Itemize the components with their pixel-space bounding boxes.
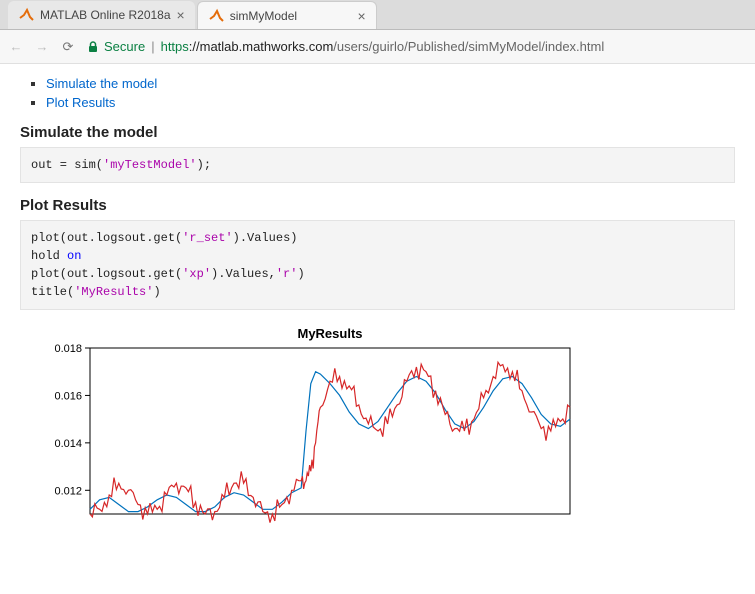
tab-matlab-online[interactable]: MATLAB Online R2018a × bbox=[8, 1, 195, 29]
svg-text:0.018: 0.018 bbox=[54, 343, 82, 355]
tab-title: simMyModel bbox=[230, 9, 352, 23]
tab-simmymodel[interactable]: simMyModel × bbox=[197, 1, 377, 29]
back-icon[interactable]: ← bbox=[8, 39, 24, 54]
url-box[interactable]: Secure | https://matlab.mathworks.com/us… bbox=[86, 39, 747, 54]
table-of-contents: Simulate the model Plot Results bbox=[34, 76, 735, 110]
code-block-plot: plot(out.logsout.get('r_set').Values) ho… bbox=[20, 220, 735, 310]
tab-title: MATLAB Online R2018a bbox=[40, 8, 171, 22]
list-item: Plot Results bbox=[46, 95, 735, 110]
matlab-favicon-icon bbox=[208, 8, 224, 24]
secure-label: Secure bbox=[104, 39, 145, 54]
matlab-favicon-icon bbox=[18, 7, 34, 23]
lock-icon bbox=[86, 40, 100, 54]
svg-text:0.016: 0.016 bbox=[54, 390, 82, 402]
heading-simulate: Simulate the model bbox=[20, 124, 735, 141]
url-host: ://matlab.mathworks.com bbox=[189, 39, 334, 54]
heading-plot-results: Plot Results bbox=[20, 197, 735, 214]
svg-text:0.012: 0.012 bbox=[54, 485, 82, 497]
svg-text:MyResults: MyResults bbox=[297, 326, 362, 341]
url-path: /users/guirlo/Published/simMyModel/index… bbox=[333, 39, 604, 54]
tab-strip: MATLAB Online R2018a × simMyModel × bbox=[0, 0, 755, 30]
svg-text:0.014: 0.014 bbox=[54, 438, 82, 450]
forward-icon[interactable]: → bbox=[34, 39, 50, 54]
close-icon[interactable]: × bbox=[358, 9, 366, 23]
address-bar: ← → ⟳ Secure | https://matlab.mathworks.… bbox=[0, 30, 755, 64]
chart-myresults: MyResults 0.012 0.014 0.016 0.018 bbox=[20, 324, 735, 524]
chart-svg: MyResults 0.012 0.014 0.016 0.018 bbox=[20, 324, 580, 524]
page-content: Simulate the model Plot Results Simulate… bbox=[0, 64, 755, 532]
url-separator: | bbox=[151, 39, 154, 54]
list-item: Simulate the model bbox=[46, 76, 735, 91]
code-block-simulate: out = sim('myTestModel'); bbox=[20, 147, 735, 183]
url-scheme: https bbox=[161, 39, 189, 54]
reload-icon[interactable]: ⟳ bbox=[60, 39, 76, 55]
toc-link-simulate[interactable]: Simulate the model bbox=[46, 76, 157, 91]
close-icon[interactable]: × bbox=[177, 8, 185, 22]
toc-link-plot[interactable]: Plot Results bbox=[46, 95, 115, 110]
